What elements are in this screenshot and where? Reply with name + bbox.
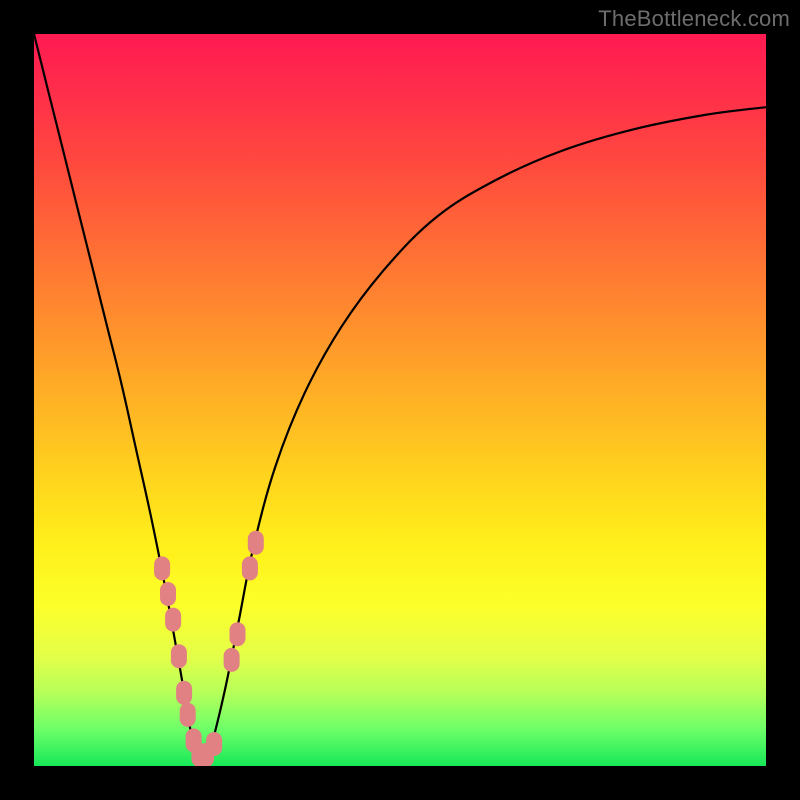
plot-area: [34, 34, 766, 766]
chart-svg: [34, 34, 766, 766]
marker: [224, 648, 240, 672]
marker: [160, 582, 176, 606]
watermark: TheBottleneck.com: [598, 6, 790, 32]
marker: [206, 732, 222, 756]
marker: [242, 556, 258, 580]
marker: [230, 622, 246, 646]
bottleneck-curve: [34, 34, 766, 766]
marker: [171, 644, 187, 668]
marker: [248, 531, 264, 555]
marker: [165, 608, 181, 632]
chart-frame: TheBottleneck.com: [0, 0, 800, 800]
marker-layer: [154, 531, 264, 766]
marker: [180, 703, 196, 727]
marker: [176, 681, 192, 705]
curve-layer: [34, 34, 766, 766]
marker: [154, 556, 170, 580]
